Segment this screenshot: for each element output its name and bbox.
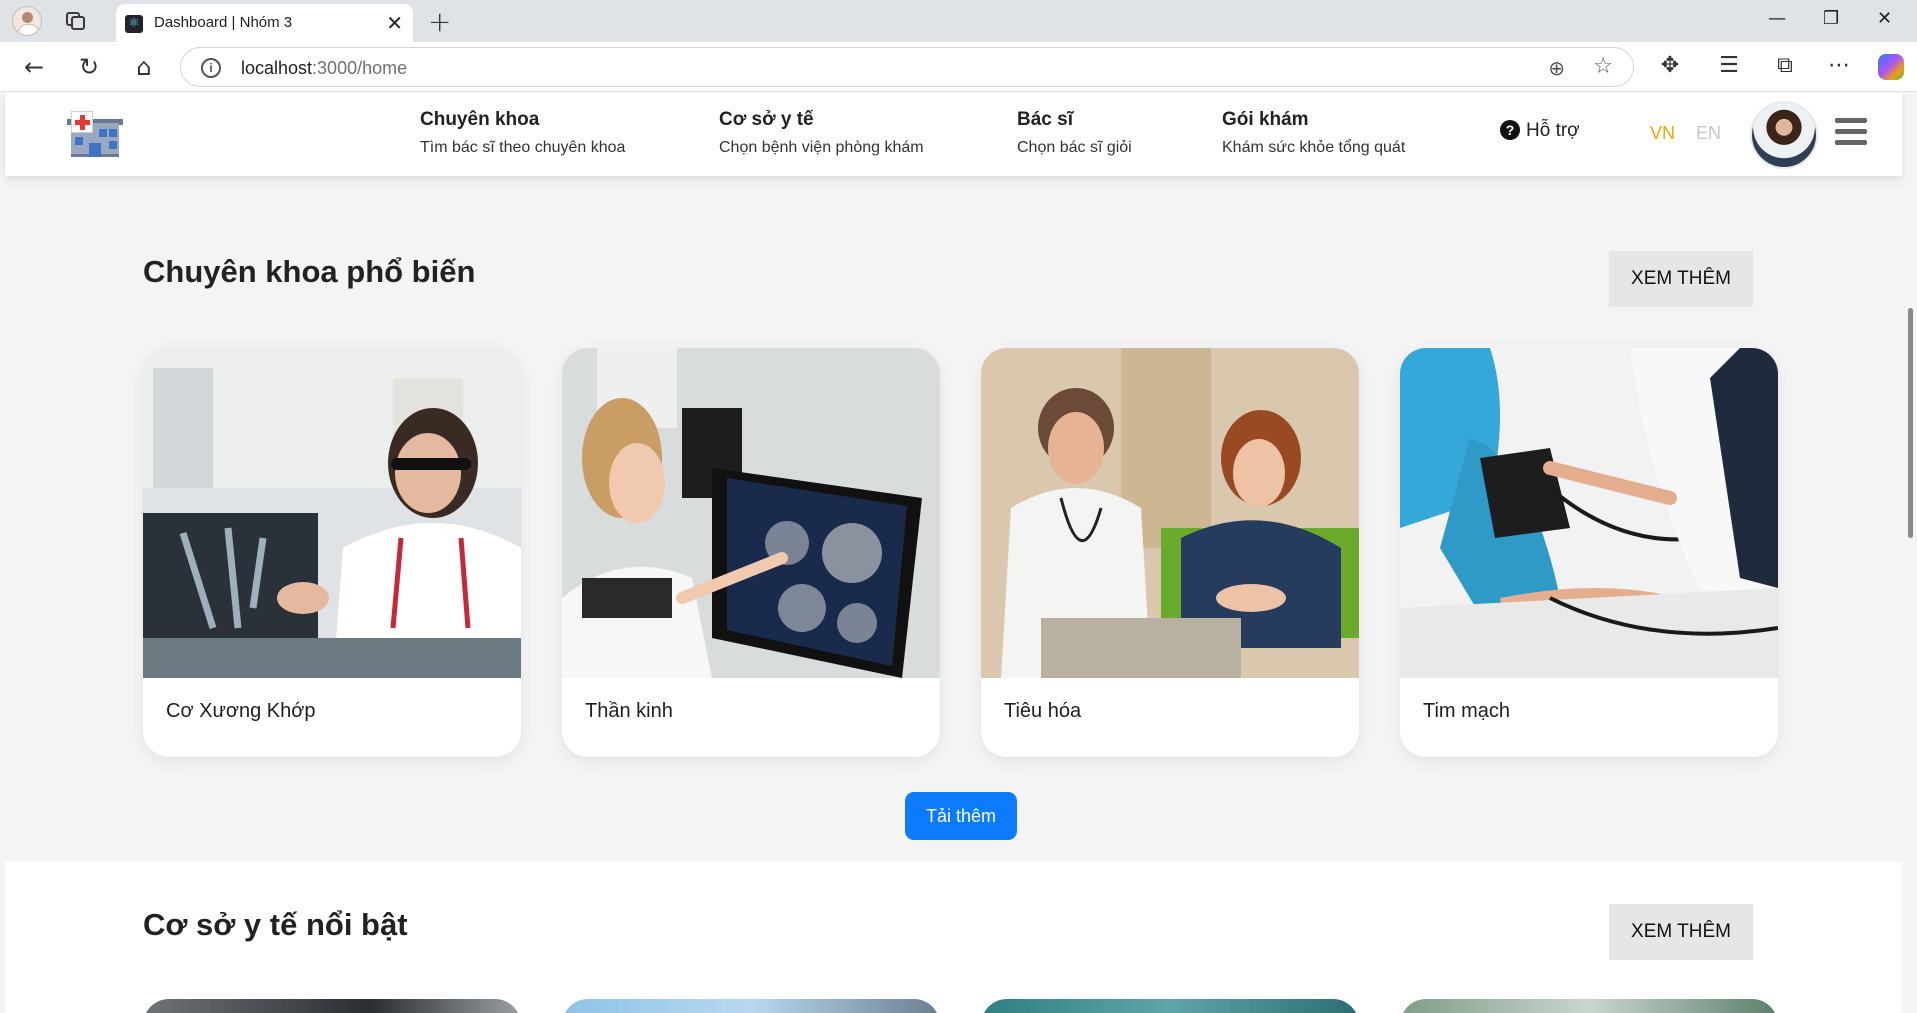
hamburger-menu-icon[interactable] (1835, 118, 1867, 146)
browser-address-bar: ← ↻ ⌂ i localhost:3000/home ⊕ ☆ ✥ ☰ ⧉ ⋯ (0, 42, 1917, 92)
url-text: localhost:3000/home (241, 58, 407, 79)
lang-vn-button[interactable]: VN (1650, 123, 1675, 144)
screenshot-icon[interactable]: ⧉ (1770, 51, 1800, 81)
scrollbar-thumb[interactable] (1908, 308, 1913, 538)
menu-subtitle: Khám sức khỏe tổng quát (1222, 139, 1406, 156)
specialties-more-button[interactable]: XEM THÊM (1609, 251, 1753, 307)
menu-title: Gói khám (1222, 109, 1309, 130)
url-path: :3000/home (312, 58, 408, 78)
menu-subtitle: Chọn bác sĩ giỏi (1017, 139, 1132, 156)
extensions-icon[interactable]: ✥ (1655, 51, 1685, 81)
more-icon[interactable]: ⋯ (1824, 51, 1854, 81)
lang-en-button[interactable]: EN (1696, 123, 1721, 144)
tab-title: Dashboard | Nhóm 3 (154, 14, 293, 31)
specialty-image-gastroenterology (981, 348, 1359, 678)
specialty-name: Tiêu hóa (1004, 700, 1082, 722)
specialty-name: Cơ Xương Khớp (166, 700, 316, 722)
user-avatar[interactable] (1750, 101, 1818, 169)
info-icon[interactable]: i (201, 58, 221, 78)
specialty-image-neurology (562, 348, 940, 678)
specialty-card[interactable]: Tim mạch (1400, 348, 1778, 757)
menu-item-facility[interactable]: Cơ sở y tế Chọn bệnh viện phòng khám (719, 109, 924, 157)
back-icon[interactable]: ← (18, 51, 50, 83)
specialty-image-cardiology (1400, 348, 1778, 678)
facility-card-preview[interactable] (981, 999, 1359, 1013)
facilities-more-button[interactable]: XEM THÊM (1609, 904, 1753, 960)
section-title-specialties: Chuyên khoa phổ biến (143, 254, 476, 289)
menu-subtitle: Chọn bệnh viện phòng khám (719, 139, 924, 156)
restore-button[interactable]: ❐ (1823, 8, 1839, 29)
tab-close-icon[interactable]: ✕ (386, 11, 403, 35)
section-title-facilities: Cơ sở y tế nổi bật (143, 907, 408, 942)
facility-card-preview[interactable] (562, 999, 940, 1013)
specialty-card[interactable]: Tiêu hóa (981, 348, 1359, 757)
url-host: localhost (241, 58, 313, 78)
workspaces-icon[interactable] (64, 10, 88, 32)
hospital-logo-icon[interactable] (67, 111, 123, 159)
specialty-image-orthopedics (143, 348, 521, 678)
facility-card-preview[interactable] (143, 999, 521, 1013)
specialty-name: Thần kinh (585, 700, 673, 722)
url-input[interactable]: i localhost:3000/home ⊕ ☆ (180, 47, 1634, 87)
menu-title: Cơ sở y tế (719, 109, 814, 130)
close-window-button[interactable]: ✕ (1877, 8, 1892, 29)
menu-title: Bác sĩ (1017, 109, 1073, 130)
menu-item-package[interactable]: Gói khám Khám sức khỏe tổng quát (1222, 109, 1405, 157)
browser-tab-active[interactable]: ⚛ Dashboard | Nhóm 3 ✕ (116, 4, 413, 42)
facility-card-preview[interactable] (1400, 999, 1778, 1013)
support-link[interactable]: ? Hỗ trợ (1500, 120, 1580, 142)
profile-avatar-icon[interactable] (12, 6, 42, 36)
browser-tab-bar: ⚛ Dashboard | Nhóm 3 ✕ + — ❐ ✕ (0, 0, 1917, 42)
home-icon[interactable]: ⌂ (128, 51, 160, 83)
copilot-icon[interactable] (1878, 54, 1904, 80)
zoom-icon[interactable]: ⊕ (1548, 56, 1565, 80)
menu-title: Chuyên khoa (420, 109, 540, 130)
minimize-button[interactable]: — (1768, 8, 1786, 29)
specialty-card[interactable]: Thần kinh (562, 348, 940, 757)
star-icon[interactable]: ☆ (1593, 54, 1613, 79)
load-more-button[interactable]: Tải thêm (905, 792, 1017, 840)
menu-subtitle: Tìm bác sĩ theo chuyên khoa (420, 139, 626, 156)
new-tab-button[interactable]: + (428, 5, 451, 38)
specialty-card[interactable]: Cơ Xương Khớp (143, 348, 521, 757)
refresh-icon[interactable]: ↻ (73, 51, 105, 83)
menu-item-doctor[interactable]: Bác sĩ Chọn bác sĩ giỏi (1017, 109, 1132, 157)
support-label: Hỗ trợ (1526, 120, 1580, 141)
site-header: Chuyên khoa Tìm bác sĩ theo chuyên khoa … (5, 93, 1902, 176)
help-icon: ? (1500, 120, 1520, 140)
specialty-name: Tim mạch (1423, 700, 1511, 722)
page-viewport: Chuyên khoa Tìm bác sĩ theo chuyên khoa … (0, 93, 1917, 1013)
react-favicon-icon: ⚛ (125, 15, 143, 33)
menu-item-specialty[interactable]: Chuyên khoa Tìm bác sĩ theo chuyên khoa (420, 109, 625, 157)
page-scrollbar[interactable] (1906, 93, 1917, 1013)
favorites-icon[interactable]: ☰ (1714, 51, 1744, 81)
